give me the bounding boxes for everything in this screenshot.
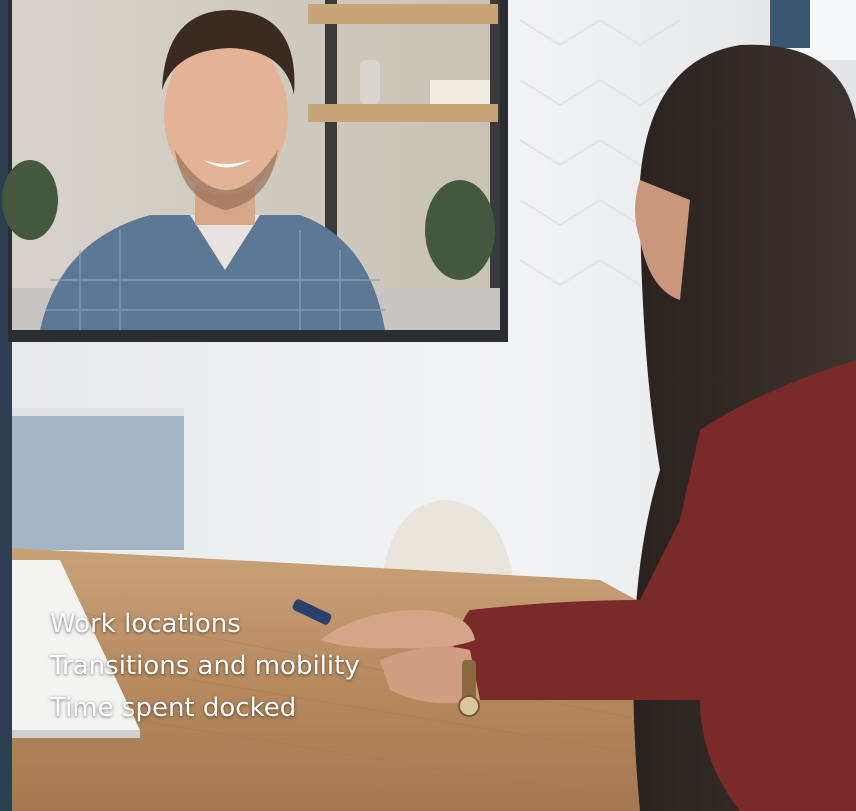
caption-list: Work locations Transitions and mobility … — [50, 603, 470, 729]
caption-work-locations: Work locations — [50, 609, 241, 639]
caption-time-spent-docked: Time spent docked — [50, 693, 297, 723]
caption-transitions-mobility: Transitions and mobility — [50, 651, 360, 681]
video-frame: Work locations Transitions and mobility … — [0, 0, 856, 811]
